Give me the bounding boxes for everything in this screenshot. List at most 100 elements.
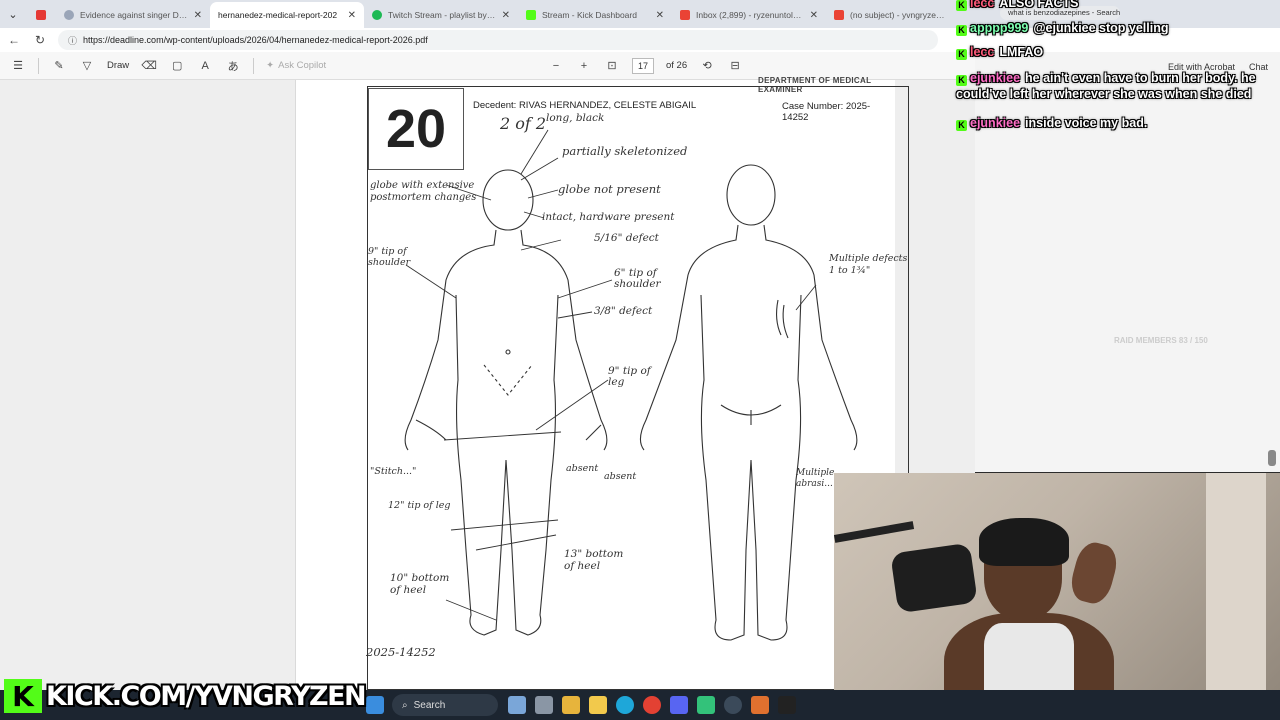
tab-youtube[interactable]	[26, 2, 56, 28]
tab-menu-chevron-icon[interactable]: ⌄	[0, 0, 26, 28]
annotation-absent-1: absent	[566, 463, 599, 474]
eraser-icon[interactable]: ⌫	[141, 59, 157, 72]
chat-username: ejunkiee	[970, 116, 1021, 130]
kick-badge-icon: K	[956, 120, 967, 131]
close-icon[interactable]: ✕	[656, 10, 664, 21]
app-icon[interactable]	[751, 696, 769, 714]
news-icon	[64, 10, 74, 20]
tab-title: hernanedez-medical-report-202	[218, 10, 338, 20]
url-text: https://deadline.com/wp-content/uploads/…	[83, 35, 428, 45]
translate-icon[interactable]: あ	[225, 58, 241, 74]
pdf-viewport[interactable]: DEPARTMENT OF MEDICAL EXAMINER 20 Decede…	[0, 76, 975, 690]
close-icon[interactable]: ✕	[502, 10, 510, 21]
contents-icon[interactable]: ☰	[10, 59, 26, 72]
chat-text: LMFAO	[999, 45, 1044, 59]
url-field[interactable]: ⓘ https://deadline.com/wp-content/upload…	[58, 30, 938, 50]
ask-copilot-button[interactable]: ✦ Ask Copilot	[266, 60, 326, 71]
background-door	[1206, 473, 1266, 720]
annotation-absent-2: absent	[604, 471, 637, 482]
pdf-page: DEPARTMENT OF MEDICAL EXAMINER 20 Decede…	[295, 76, 909, 690]
page-number-input[interactable]: 17	[632, 57, 654, 74]
kick-badge-icon: K	[956, 75, 967, 86]
back-arrow-icon[interactable]: ←	[6, 33, 22, 47]
draw-icon[interactable]: ▽	[79, 59, 95, 72]
page-view-icon[interactable]: ⊟	[727, 59, 743, 72]
screen: ⌄ Evidence against singer D4vd in ✕ hern…	[0, 0, 1280, 720]
chat-username: apppp999	[970, 21, 1029, 35]
search-icon: ⌕	[402, 699, 408, 711]
store-icon[interactable]	[562, 696, 580, 714]
taskbar-pinned-apps	[508, 694, 796, 716]
annotation-hair: long, black	[546, 112, 605, 124]
tab-title: Twitch Stream - playlist by Yvng	[388, 10, 496, 20]
microphone	[890, 542, 978, 614]
chat-message: Klecc ALSO FACTS	[956, 0, 1079, 11]
back-body-outline	[639, 164, 858, 641]
chat-text: ALSO FACTS	[999, 0, 1079, 10]
chrome-icon[interactable]	[643, 696, 661, 714]
chat-text: @ejunkiee stop yelling	[1033, 21, 1169, 35]
widgets-icon[interactable]	[508, 696, 526, 714]
mic-arm	[834, 521, 915, 543]
kick-logo: K	[4, 679, 42, 713]
fit-page-icon[interactable]: ⊡	[604, 59, 620, 72]
chat-message: Kejunkiee inside voice my bad.	[956, 116, 1147, 131]
toolbar-divider	[38, 57, 39, 74]
gmail-icon	[834, 10, 844, 20]
tab-evidence[interactable]: Evidence against singer D4vd in ✕	[56, 2, 210, 28]
tab-title: Evidence against singer D4vd in	[80, 10, 188, 20]
annotation-shoulder-9: 9" tip of shoulder	[368, 246, 411, 268]
tab-title: Stream - Kick Dashboard	[542, 10, 637, 20]
annotation-shoulder-6: 6" tip of shoulder	[614, 267, 661, 290]
kick-branding-overlay: K KICK.COM/YVNGRYZEN	[4, 678, 367, 714]
zoom-in-icon[interactable]: +	[576, 60, 592, 72]
close-icon[interactable]: ✕	[348, 10, 356, 21]
text-box-icon[interactable]: ▢	[169, 59, 185, 72]
page-total: of 26	[666, 60, 688, 71]
draw-button[interactable]: Draw	[107, 60, 129, 71]
annotation-leg-9: 9" tip of leg	[608, 365, 651, 388]
read-aloud-icon[interactable]: A	[197, 60, 213, 72]
tab-kick-dashboard[interactable]: Stream - Kick Dashboard ✕	[518, 2, 672, 28]
site-info-icon[interactable]: ⓘ	[68, 34, 77, 47]
tab-medical-report[interactable]: hernanedez-medical-report-202 ✕	[210, 2, 364, 28]
tab-inbox[interactable]: Inbox (2,899) - ryzenuntold@gm ✕	[672, 2, 826, 28]
kick-badge-icon: K	[956, 49, 967, 60]
task-view-icon[interactable]	[535, 696, 553, 714]
chat-message: Klecc LMFAO	[956, 45, 1043, 60]
file-explorer-icon[interactable]	[589, 696, 607, 714]
windows-start-icon[interactable]	[366, 696, 384, 714]
edge-icon[interactable]	[616, 696, 634, 714]
annotation-globe-left: globe with extensive postmortem changes	[370, 180, 477, 203]
app-icon[interactable]	[697, 696, 715, 714]
annotation-case-handwritten: 2025-14252	[366, 645, 436, 659]
obs-icon[interactable]	[778, 696, 796, 714]
close-icon[interactable]: ✕	[194, 10, 202, 21]
chat-username: lecc	[970, 45, 995, 59]
kick-icon	[526, 10, 536, 20]
chat-username: lecc	[970, 0, 995, 10]
annotation-stitch: "Stitch..."	[370, 466, 417, 477]
rotate-icon[interactable]: ⟲	[699, 59, 715, 72]
chat-message: Kejunkiee he ain't even have to burn her …	[956, 70, 1276, 102]
annotation-2of2: 2 of 2	[500, 114, 547, 133]
annotation-skeletonized: partially skeletonized	[562, 144, 688, 158]
close-icon[interactable]: ✕	[810, 10, 818, 21]
annotation-defect-516: 5/16" defect	[594, 232, 659, 244]
reload-icon[interactable]: ↻	[32, 33, 48, 47]
spotify-icon	[372, 10, 382, 20]
tab-title: Inbox (2,899) - ryzenuntold@gm	[696, 10, 804, 20]
taskbar-search[interactable]: ⌕ Search	[392, 694, 498, 716]
steam-icon[interactable]	[724, 696, 742, 714]
zoom-out-icon[interactable]: −	[548, 60, 564, 72]
zoom-page-controls: − + ⊡ 17 of 26 ⟲ ⊟	[548, 57, 743, 74]
tab-no-subject[interactable]: (no subject) - yvngryzenbusine	[826, 2, 956, 28]
taskbar-search-label: Search	[413, 699, 446, 711]
body-diagram	[404, 129, 858, 641]
discord-icon[interactable]	[670, 696, 688, 714]
tab-twitch-playlist[interactable]: Twitch Stream - playlist by Yvng ✕	[364, 2, 518, 28]
highlight-icon[interactable]: ✎	[51, 59, 67, 72]
scrollbar-thumb[interactable]	[1268, 450, 1276, 466]
youtube-icon	[36, 10, 46, 20]
chat-username: ejunkiee	[970, 71, 1021, 85]
